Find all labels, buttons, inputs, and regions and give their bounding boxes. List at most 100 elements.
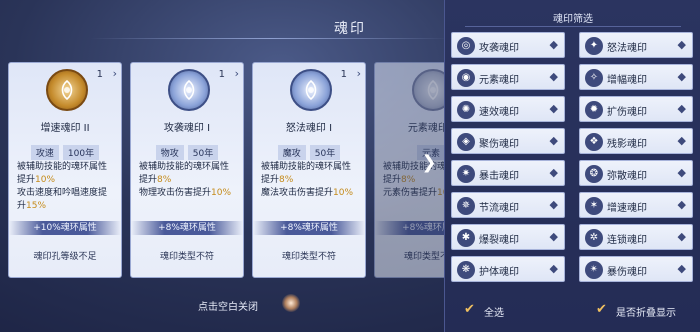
soul-seal-type-icon: ✺ bbox=[457, 101, 475, 119]
card-desc-line: 被辅助技能的魂环属性 bbox=[139, 162, 230, 172]
filter-item[interactable]: ✷ 暴击魂印 ◆ bbox=[451, 160, 565, 186]
filter-item[interactable]: ✵ 节流魂印 ◆ bbox=[451, 192, 565, 218]
filter-item-label: 速效魂印 bbox=[479, 107, 519, 118]
card-name: 元素魂印 I bbox=[407, 123, 448, 134]
chevron-right-icon[interactable]: › bbox=[235, 67, 239, 80]
card-desc-line: 升15% bbox=[17, 201, 47, 211]
filter-item[interactable]: ✦ 怒法魂印 ◆ bbox=[579, 32, 693, 58]
diamond-icon: ◆ bbox=[677, 102, 686, 115]
filter-item[interactable]: ✶ 增速魂印 ◆ bbox=[579, 192, 693, 218]
card-count: 1 bbox=[218, 69, 225, 80]
diamond-icon: ◆ bbox=[549, 230, 558, 243]
card-desc-line: 提升8% bbox=[261, 175, 294, 185]
soul-seal-type-icon: ✱ bbox=[457, 229, 475, 247]
soul-seal-emblem-icon bbox=[168, 69, 210, 111]
soul-seal-type-icon: ✵ bbox=[457, 197, 475, 215]
card-desc-line: 提升8% bbox=[139, 175, 172, 185]
card-tags: 魔攻 50年 bbox=[253, 145, 365, 160]
card-tag: 攻速 bbox=[30, 145, 59, 160]
soul-seal-type-icon: ❂ bbox=[585, 165, 603, 183]
diamond-icon: ◆ bbox=[549, 166, 558, 179]
filter-item[interactable]: ✴ 暴伤魂印 ◆ bbox=[579, 256, 693, 282]
filter-item-label: 暴击魂印 bbox=[479, 171, 519, 182]
card-description: 被辅助技能的魂环属性提升8% 元素伤害提升10% bbox=[383, 161, 448, 200]
soul-seal-emblem-icon bbox=[412, 69, 448, 111]
filter-item-label: 增速魂印 bbox=[607, 203, 647, 214]
diamond-icon: ◆ bbox=[677, 38, 686, 51]
filter-divider bbox=[465, 26, 681, 27]
card-status: 魂印类型不符 bbox=[403, 252, 448, 262]
soul-seal-card[interactable]: 1 › 增速魂印 II 攻速 100年 被辅助技能的魂环属性 提升10% 攻击速度和吟唱速度… bbox=[8, 62, 122, 278]
filter-item[interactable]: ❖ 残影魂印 ◆ bbox=[579, 128, 693, 154]
card-desc-line: 魔法攻击伤害提升10% bbox=[261, 188, 354, 198]
card-attr-bonus: +8%魂环属性 bbox=[131, 221, 243, 235]
filter-item-label: 爆裂魂印 bbox=[479, 235, 519, 246]
card-description: 被辅助技能的魂环属性 提升8% 物理攻击伤害提升10% bbox=[139, 161, 239, 200]
diamond-icon: ◆ bbox=[549, 134, 558, 147]
chevron-right-icon[interactable]: › bbox=[357, 67, 361, 80]
diamond-icon: ◆ bbox=[549, 262, 558, 275]
filter-item[interactable]: ✹ 扩伤魂印 ◆ bbox=[579, 96, 693, 122]
filter-item[interactable]: ◈ 聚伤魂印 ◆ bbox=[451, 128, 565, 154]
soul-seal-type-icon: ◈ bbox=[457, 133, 475, 151]
card-name: 攻袭魂印 I bbox=[163, 123, 211, 134]
diamond-icon: ◆ bbox=[677, 198, 686, 211]
card-tag: 50年 bbox=[309, 145, 341, 160]
diamond-icon: ◆ bbox=[549, 70, 558, 83]
diamond-icon: ◆ bbox=[549, 198, 558, 211]
card-attr-bonus: +10%魂环属性 bbox=[9, 221, 121, 235]
card-attr-bonus: +8%魂环属性 bbox=[375, 221, 448, 235]
filter-item[interactable]: ✲ 连锁魂印 ◆ bbox=[579, 224, 693, 250]
card-tag: 魔攻 bbox=[277, 145, 306, 160]
filter-item-label: 攻袭魂印 bbox=[479, 43, 519, 54]
soul-seal-card-list: 1 › 增速魂印 II 攻速 100年 被辅助技能的魂环属性 提升10% 攻击速度和吟唱速度… bbox=[8, 62, 448, 280]
title-divider bbox=[90, 38, 450, 39]
filter-item[interactable]: ✧ 增幅魂印 ◆ bbox=[579, 64, 693, 90]
next-arrow-icon[interactable]: ❯ bbox=[420, 152, 438, 174]
diamond-icon: ◆ bbox=[549, 38, 558, 51]
card-status: 魂印类型不符 bbox=[281, 252, 336, 262]
card-count: 1 bbox=[340, 69, 347, 80]
filter-item-label: 聚伤魂印 bbox=[479, 139, 519, 150]
fold-display-label[interactable]: 是否折叠显示 bbox=[616, 304, 676, 319]
soul-seal-type-icon: ❋ bbox=[457, 261, 475, 279]
filter-item[interactable]: ◎ 攻袭魂印 ◆ bbox=[451, 32, 565, 58]
soul-seal-type-icon: ✹ bbox=[585, 101, 603, 119]
card-desc-line: 被辅助技能的魂环属性 bbox=[383, 162, 448, 172]
filter-item-label: 暴伤魂印 bbox=[607, 267, 647, 278]
chevron-right-icon[interactable]: › bbox=[113, 67, 117, 80]
soul-seal-type-icon: ✲ bbox=[585, 229, 603, 247]
soul-seal-card[interactable]: 1 › 怒法魂印 I 魔攻 50年 被辅助技能的魂环属性 提升8% 魔法攻击伤害提升10% +… bbox=[252, 62, 366, 278]
select-all-check-icon[interactable]: ✔ bbox=[464, 302, 475, 317]
filter-item-label: 扩伤魂印 bbox=[607, 107, 647, 118]
filter-item[interactable]: ❋ 护体魂印 ◆ bbox=[451, 256, 565, 282]
card-tag: 50年 bbox=[187, 145, 219, 160]
filter-item-label: 节流魂印 bbox=[479, 203, 519, 214]
filter-item-label: 元素魂印 bbox=[479, 75, 519, 86]
card-count: 1 bbox=[96, 69, 103, 80]
card-desc-line: 元素伤害提升10% bbox=[383, 188, 448, 198]
soul-seal-card[interactable]: 1 › 攻袭魂印 I 物攻 50年 被辅助技能的魂环属性 提升8% 物理攻击伤害提升10% +… bbox=[130, 62, 244, 278]
card-tag: 物攻 bbox=[155, 145, 184, 160]
diamond-icon: ◆ bbox=[677, 70, 686, 83]
soul-seal-type-icon: ✷ bbox=[457, 165, 475, 183]
card-desc-line: 攻击速度和吟唱速度提 bbox=[17, 188, 108, 198]
card-status: 魂印孔等级不足 bbox=[33, 252, 97, 262]
close-hint[interactable]: 点击空白关闭 bbox=[0, 298, 456, 313]
fold-display-check-icon[interactable]: ✔ bbox=[596, 302, 607, 317]
card-name: 怒法魂印 I bbox=[285, 123, 333, 134]
soul-seal-type-icon: ✦ bbox=[585, 37, 603, 55]
select-all-label[interactable]: 全选 bbox=[484, 304, 504, 319]
soul-seal-type-icon: ❖ bbox=[585, 133, 603, 151]
card-attr-bonus: +8%魂环属性 bbox=[253, 221, 365, 235]
card-description: 被辅助技能的魂环属性 提升10% 攻击速度和吟唱速度提 升15% bbox=[17, 161, 117, 213]
filter-item[interactable]: ❂ 弥散魂印 ◆ bbox=[579, 160, 693, 186]
card-tags: 攻速 100年 bbox=[9, 145, 121, 160]
soul-seal-type-icon: ✧ bbox=[585, 69, 603, 87]
filter-item[interactable]: ✺ 速效魂印 ◆ bbox=[451, 96, 565, 122]
filter-item[interactable]: ✱ 爆裂魂印 ◆ bbox=[451, 224, 565, 250]
diamond-icon: ◆ bbox=[677, 230, 686, 243]
card-desc-line: 提升10% bbox=[17, 175, 56, 185]
filter-item[interactable]: ◉ 元素魂印 ◆ bbox=[451, 64, 565, 90]
diamond-icon: ◆ bbox=[677, 166, 686, 179]
